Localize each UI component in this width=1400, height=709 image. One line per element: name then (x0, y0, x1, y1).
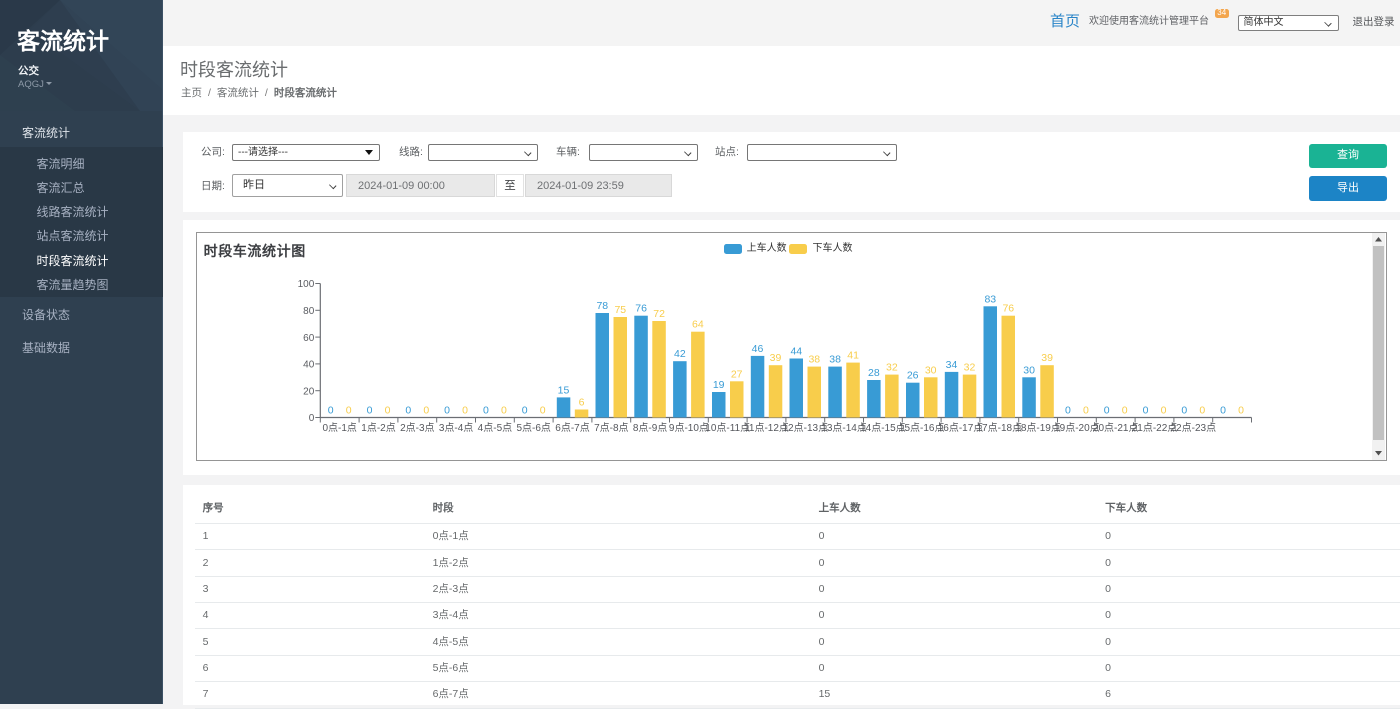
svg-text:41: 41 (847, 350, 859, 362)
svg-text:27: 27 (731, 368, 743, 380)
svg-text:4点-5点: 4点-5点 (478, 422, 512, 434)
svg-text:80: 80 (303, 306, 315, 317)
svg-text:32: 32 (964, 362, 976, 374)
svg-text:32: 32 (886, 362, 898, 374)
svg-text:30: 30 (925, 364, 937, 376)
svg-text:0: 0 (385, 405, 391, 417)
svg-text:42: 42 (674, 348, 686, 360)
svg-text:39: 39 (770, 352, 782, 364)
svg-text:0: 0 (309, 413, 315, 424)
svg-text:28: 28 (868, 367, 880, 379)
svg-text:0: 0 (367, 405, 373, 417)
svg-text:0: 0 (462, 405, 468, 417)
svg-text:0: 0 (1199, 405, 1205, 417)
svg-text:26: 26 (907, 370, 919, 382)
svg-text:15: 15 (558, 384, 570, 396)
svg-text:40: 40 (303, 360, 315, 371)
svg-text:0: 0 (522, 405, 528, 417)
svg-text:0: 0 (540, 405, 546, 417)
svg-text:0: 0 (1181, 405, 1187, 417)
svg-text:76: 76 (1002, 303, 1014, 315)
svg-text:0: 0 (1220, 405, 1226, 417)
svg-text:39: 39 (1041, 352, 1053, 364)
svg-text:100: 100 (298, 279, 315, 290)
svg-text:38: 38 (808, 354, 820, 366)
svg-text:0: 0 (346, 405, 352, 417)
svg-text:0点-1点: 0点-1点 (322, 422, 356, 434)
svg-text:7点-8点: 7点-8点 (594, 422, 628, 434)
svg-text:0: 0 (423, 405, 429, 417)
svg-text:46: 46 (752, 343, 764, 355)
svg-text:34: 34 (946, 359, 958, 371)
svg-text:9点-10点: 9点-10点 (669, 422, 709, 434)
svg-text:72: 72 (653, 308, 665, 320)
svg-text:0: 0 (501, 405, 507, 417)
svg-text:6: 6 (579, 397, 585, 409)
svg-text:0: 0 (1104, 405, 1110, 417)
svg-text:1点-2点: 1点-2点 (361, 422, 395, 434)
svg-text:22点-23点: 22点-23点 (1171, 422, 1217, 434)
svg-text:0: 0 (483, 405, 489, 417)
svg-text:20: 20 (303, 386, 315, 397)
svg-text:83: 83 (984, 293, 996, 305)
svg-text:0: 0 (444, 405, 450, 417)
svg-text:30: 30 (1023, 364, 1035, 376)
svg-text:64: 64 (692, 319, 704, 331)
svg-text:78: 78 (596, 300, 608, 312)
svg-text:8点-9点: 8点-9点 (633, 422, 667, 434)
svg-text:0: 0 (328, 405, 334, 417)
svg-text:2点-3点: 2点-3点 (400, 422, 434, 434)
svg-text:38: 38 (829, 354, 841, 366)
svg-text:60: 60 (303, 333, 315, 344)
svg-text:75: 75 (614, 304, 626, 316)
svg-text:0: 0 (1065, 405, 1071, 417)
svg-text:3点-4点: 3点-4点 (439, 422, 473, 434)
svg-text:44: 44 (790, 346, 802, 358)
svg-text:0: 0 (1238, 405, 1244, 417)
svg-text:19: 19 (713, 379, 725, 391)
svg-text:0: 0 (1122, 405, 1128, 417)
svg-text:0: 0 (1161, 405, 1167, 417)
svg-text:0: 0 (1143, 405, 1149, 417)
svg-text:0: 0 (1083, 405, 1089, 417)
svg-text:76: 76 (635, 303, 647, 315)
svg-text:0: 0 (405, 405, 411, 417)
svg-text:5点-6点: 5点-6点 (516, 422, 550, 434)
svg-text:6点-7点: 6点-7点 (555, 422, 589, 434)
